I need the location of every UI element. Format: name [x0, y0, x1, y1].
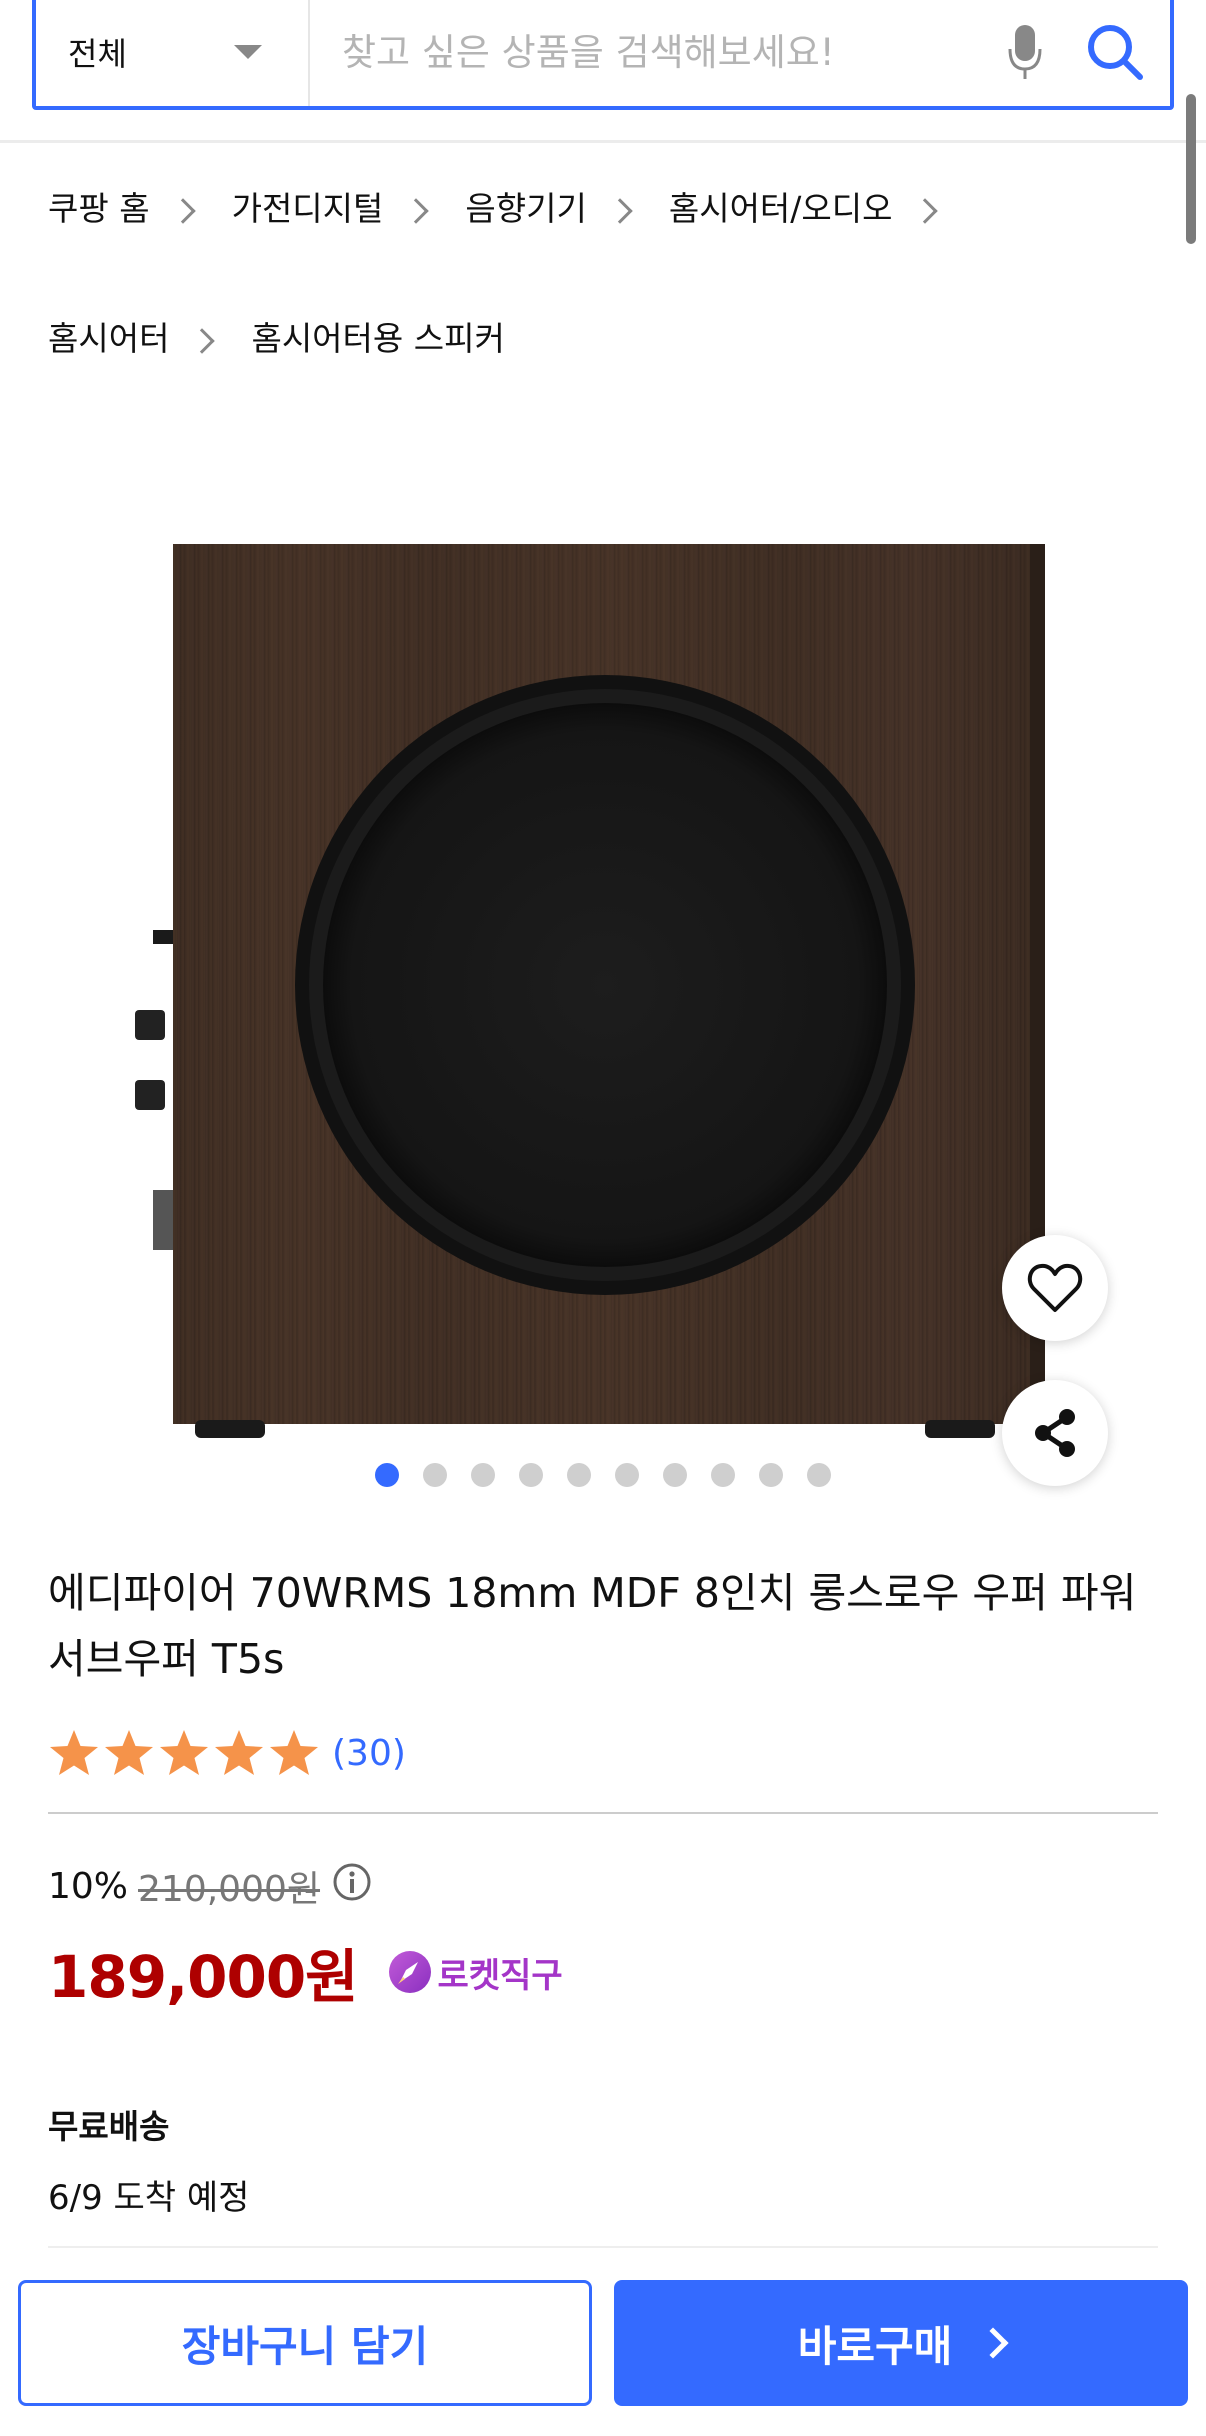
- arrival-date: 6/9 도착 예정: [48, 2178, 250, 2218]
- pagination-dot[interactable]: [423, 1463, 447, 1487]
- pagination-dot[interactable]: [711, 1463, 735, 1487]
- pagination-dot[interactable]: [567, 1463, 591, 1487]
- scrollbar[interactable]: [1186, 94, 1196, 244]
- star-icon: [160, 1730, 208, 1775]
- add-to-cart-button[interactable]: 장바구니 담기: [18, 2280, 592, 2406]
- star-icon: [50, 1730, 98, 1775]
- search-input[interactable]: [310, 0, 990, 106]
- chevron-right-icon: [189, 328, 216, 354]
- breadcrumb-item[interactable]: 홈시어터용 스피커: [251, 310, 504, 362]
- shipping-title: 무료배송: [48, 2107, 170, 2146]
- sale-price: 189,000원: [48, 1943, 359, 2011]
- chevron-right-icon: [912, 198, 939, 224]
- add-to-cart-label: 장바구니 담기: [181, 2321, 429, 2371]
- discount-rate: 10%: [48, 1865, 129, 1907]
- pagination-dot[interactable]: [663, 1463, 687, 1487]
- pagination-dot[interactable]: [807, 1463, 831, 1487]
- breadcrumb-label: 홈시어터/오디오: [668, 189, 893, 228]
- divider: [48, 1812, 1158, 1814]
- share-icon: [1035, 1409, 1075, 1457]
- star-icon: [215, 1730, 263, 1775]
- pagination-dot[interactable]: [759, 1463, 783, 1487]
- breadcrumb-item[interactable]: 가전디지털: [232, 180, 466, 232]
- search-bar: 전체: [32, 0, 1174, 110]
- breadcrumb: 쿠팡 홈 가전디지털 음향기기 홈시어터/오디오 홈시어터 홈시어터용 스피커: [48, 180, 1168, 362]
- rocket-direct-badge: 로켓직구: [388, 1948, 563, 1997]
- chevron-right-icon: [607, 198, 633, 224]
- header-divider: [0, 140, 1206, 143]
- chevron-right-icon: [403, 198, 430, 224]
- chevron-right-icon: [977, 2327, 1009, 2359]
- price-section: 10% 210,000원 189,000원 로켓직구: [48, 1860, 563, 2014]
- breadcrumb-item[interactable]: 홈시어터/오디오: [669, 180, 975, 232]
- chevron-right-icon: [169, 198, 196, 224]
- breadcrumb-label: 음향기기: [465, 189, 587, 228]
- pagination-dot[interactable]: [471, 1463, 495, 1487]
- star-rating: [48, 1728, 320, 1778]
- category-select-label: 전체: [68, 35, 127, 73]
- breadcrumb-item[interactable]: 쿠팡 홈: [48, 180, 232, 232]
- pagination-dot[interactable]: [375, 1463, 399, 1487]
- shipping-info: 무료배송 6/9 도착 예정: [48, 2100, 249, 2219]
- divider: [48, 2246, 1158, 2248]
- product-title: 에디파이어 70WRMS 18mm MDF 8인치 롱스로우 우퍼 파워 서브우…: [48, 1569, 1137, 1683]
- breadcrumb-label: 홈시어터용 스피커: [251, 319, 505, 358]
- breadcrumb-item[interactable]: 홈시어터: [48, 310, 251, 362]
- product-rating[interactable]: (30): [48, 1728, 406, 1778]
- breadcrumb-label: 홈시어터: [48, 319, 170, 358]
- star-icon: [270, 1730, 318, 1775]
- pagination-dot[interactable]: [615, 1463, 639, 1487]
- wishlist-button[interactable]: [1002, 1235, 1108, 1341]
- category-select[interactable]: 전체: [36, 0, 310, 106]
- review-count-link[interactable]: (30): [332, 1733, 406, 1774]
- buy-now-label: 바로구매: [797, 2321, 953, 2371]
- breadcrumb-item[interactable]: 음향기기: [465, 180, 668, 232]
- search-icon: [1088, 25, 1143, 80]
- product-image[interactable]: [125, 540, 1055, 1445]
- buy-now-button[interactable]: 바로구매: [614, 2280, 1188, 2406]
- rocket-icon: [388, 1951, 431, 1993]
- caret-down-icon: [234, 45, 262, 59]
- pagination-dot[interactable]: [519, 1463, 543, 1487]
- product-image-gallery[interactable]: [0, 480, 1206, 1500]
- image-pagination: [0, 1463, 1206, 1493]
- info-icon[interactable]: [332, 1862, 372, 1911]
- badge-label: 로켓직구: [437, 1955, 563, 1996]
- original-price: 210,000원: [138, 1869, 321, 1910]
- breadcrumb-label: 쿠팡 홈: [48, 189, 150, 228]
- heart-icon: [1027, 1263, 1083, 1312]
- search-button[interactable]: [1060, 0, 1170, 106]
- breadcrumb-label: 가전디지털: [231, 189, 384, 228]
- microphone-icon[interactable]: [990, 0, 1060, 106]
- star-icon: [105, 1730, 153, 1775]
